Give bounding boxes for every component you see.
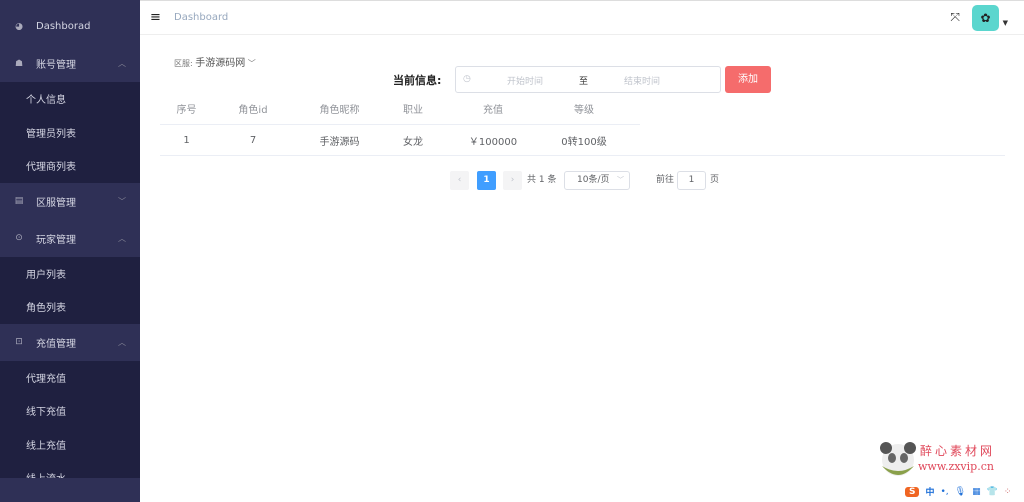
sidebar-item-profile[interactable]: 个人信息 [0, 82, 140, 116]
page-suffix: 页 [710, 175, 720, 185]
chevron-down-icon: ﹀ [617, 176, 624, 184]
sidebar-item-label: Dashborad [36, 21, 91, 32]
sidebar-item-admin-list[interactable]: 管理员列表 [0, 116, 140, 150]
sidebar-group-server[interactable]: ▤ 区服管理 ﹀ [0, 183, 140, 220]
cell: 7 [249, 134, 257, 146]
end-time-input[interactable]: 结束时间 [624, 74, 660, 87]
apps-icon[interactable]: ⁘ [1004, 487, 1012, 497]
sidebar-item-user-list[interactable]: 用户列表 [0, 257, 140, 291]
sidebar-item-label: 账号管理 [36, 60, 76, 71]
sidebar-item-agent-list[interactable]: 代理商列表 [0, 149, 140, 183]
column-header: 等级 [574, 105, 594, 116]
sidebar-item-label: 充值管理 [36, 338, 76, 350]
cell: 手游源码 [319, 136, 360, 148]
microphone-icon[interactable]: 🎙 [955, 487, 966, 497]
column-header: 序号 [176, 105, 197, 116]
column-header: 角色昵称 [319, 105, 360, 116]
goto-label: 前往 [656, 175, 675, 185]
sidebar-group-player[interactable]: ⊙ 玩家管理 ︿ [0, 220, 140, 257]
page-number-button[interactable]: 1 [477, 171, 496, 190]
chevron-down-icon: ﹀ [247, 59, 256, 68]
date-range-picker[interactable]: ◷ 开始时间 至 结束时间 [455, 66, 721, 93]
sidebar-menu: ◕ Dashborad ☗ 账号管理 ︿ 个人信息 管理员列表 代理商列表 ▤ 区服管理… [0, 8, 140, 478]
region-label: 区服: [174, 59, 193, 68]
cell: ￥100000 [468, 136, 518, 148]
sogou-logo-icon: S [905, 486, 920, 497]
sidebar-item-dashboard[interactable]: ◕ Dashborad [0, 8, 140, 45]
sidebar-item-label: 区服管理 [36, 197, 76, 209]
users-icon: ☗ [14, 58, 24, 69]
page-size-select[interactable]: 10条/页 ﹀ [564, 171, 630, 190]
cell: 1 [183, 134, 190, 146]
dashboard-icon: ◕ [15, 21, 23, 32]
sidebar-item-online-flow[interactable]: 线上流水 [0, 461, 140, 478]
money-icon: ⊡ [15, 337, 23, 347]
add-button[interactable]: 添加 [725, 66, 771, 93]
next-page-button[interactable]: › [503, 171, 522, 190]
submenu-account: 个人信息 管理员列表 代理商列表 [0, 82, 140, 183]
current-info-label: 当前信息: [393, 74, 442, 87]
start-time-input[interactable]: 开始时间 [507, 74, 543, 87]
keyboard-icon[interactable]: ▦ [972, 487, 981, 497]
prev-page-button[interactable]: ‹ [450, 171, 469, 190]
page-size-value: 10条/页 [577, 175, 610, 185]
column-header: 职业 [403, 105, 423, 116]
chevron-up-icon: ︿ [118, 337, 126, 347]
sidebar: ◕ Dashborad ☗ 账号管理 ︿ 个人信息 管理员列表 代理商列表 ▤ 区服管理… [0, 0, 140, 502]
column-header: 充值 [483, 105, 503, 116]
clock-icon: ◷ [463, 74, 471, 84]
punctuation-icon[interactable]: •, [941, 487, 949, 497]
ime-toolbar[interactable]: S 中 •, 🎙 ▦ 👕 ⁘ [905, 485, 1011, 498]
panda-icon [880, 442, 916, 476]
cell: 女龙 [403, 136, 423, 148]
sidebar-item-online-recharge[interactable]: 线上充值 [0, 428, 140, 462]
column-header: 角色id [238, 105, 268, 116]
chevron-up-icon: ︿ [118, 59, 126, 68]
data-table: 序号 角色id 角色昵称 职业 充值 等级 1 7 手游源码 女龙 ￥10000… [160, 93, 1005, 156]
chevron-up-icon: ︿ [118, 233, 126, 243]
sidebar-group-account[interactable]: ☗ 账号管理 ︿ [0, 45, 140, 82]
sidebar-footer [0, 478, 140, 502]
sidebar-item-label: 玩家管理 [36, 234, 76, 246]
skin-icon[interactable]: 👕 [987, 487, 998, 497]
region-value: 手游源码网 [195, 58, 246, 69]
watermark-logo: 醉心素材网 www.zxvip.cn [878, 440, 1008, 480]
table-row: 1 7 手游源码 女龙 ￥100000 0转100级 [160, 125, 1005, 156]
sidebar-item-role-list[interactable]: 角色列表 [0, 290, 140, 324]
avatar[interactable]: ✿ [972, 5, 999, 31]
gamepad-icon: ⊙ [15, 233, 23, 243]
server-list-icon: ▤ [14, 196, 24, 206]
total-count: 共 1 条 [527, 175, 557, 185]
ime-mode[interactable]: 中 [925, 485, 934, 498]
hamburger-icon[interactable]: ≡ [150, 10, 161, 25]
submenu-recharge: 代理充值 线下充值 线上充值 线上流水 [0, 360, 140, 478]
sidebar-group-recharge[interactable]: ⊡ 充值管理 ︿ [0, 324, 140, 361]
range-separator: 至 [579, 77, 589, 87]
sidebar-item-offline-recharge[interactable]: 线下充值 [0, 394, 140, 428]
navbar: ≡ Dashboard ⤧ ✿ ▼ [140, 0, 1024, 35]
sidebar-item-agent-recharge[interactable]: 代理充值 [0, 361, 140, 395]
region-select[interactable]: 区服: 手游源码网 ﹀ [174, 54, 256, 69]
caret-down-icon[interactable]: ▼ [1003, 19, 1008, 27]
cell: 0转100级 [561, 136, 607, 148]
watermark-name: 醉心素材网 [920, 444, 996, 458]
table-header: 序号 角色id 角色昵称 职业 充值 等级 [160, 93, 640, 125]
fullscreen-icon[interactable]: ⤧ [950, 10, 960, 25]
chevron-down-icon: ﹀ [118, 196, 126, 206]
submenu-player: 用户列表 角色列表 [0, 256, 140, 324]
breadcrumb[interactable]: Dashboard [174, 12, 228, 23]
goto-page-input[interactable]: 1 [677, 171, 706, 190]
watermark-url: www.zxvip.cn [918, 460, 994, 473]
